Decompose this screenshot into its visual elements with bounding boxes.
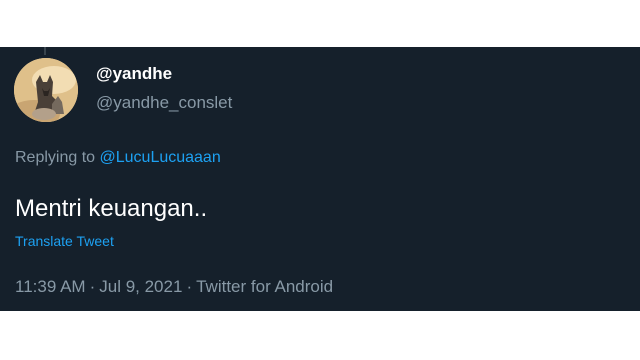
- tweet-card: [0, 47, 640, 311]
- avatar[interactable]: [14, 58, 78, 122]
- username[interactable]: @yandhe_conslet: [96, 93, 232, 113]
- tweet-metadata: 11:39 AM · Jul 9, 2021 · Twitter for Android: [15, 277, 333, 297]
- tweet-time[interactable]: 11:39 AM: [15, 277, 86, 296]
- thread-connector-line: [44, 47, 46, 55]
- replying-to-label: Replying to: [15, 149, 96, 166]
- screenshot-frame: @yandhe @yandhe_conslet Replying to @Luc…: [0, 0, 640, 360]
- display-name[interactable]: @yandhe: [96, 64, 172, 84]
- meta-separator: ·: [89, 277, 96, 296]
- tweet-text: Mentri keuangan..: [15, 195, 208, 222]
- tweet-date[interactable]: Jul 9, 2021: [99, 277, 182, 296]
- mention-link[interactable]: @LucuLucuaaan: [100, 149, 221, 166]
- translate-tweet-link[interactable]: Translate Tweet: [15, 232, 114, 250]
- meta-separator: ·: [186, 277, 193, 296]
- replying-to-line: Replying to @LucuLucuaaan: [15, 148, 221, 168]
- tweet-source[interactable]: Twitter for Android: [196, 277, 333, 296]
- dog-photo-icon: [14, 58, 78, 122]
